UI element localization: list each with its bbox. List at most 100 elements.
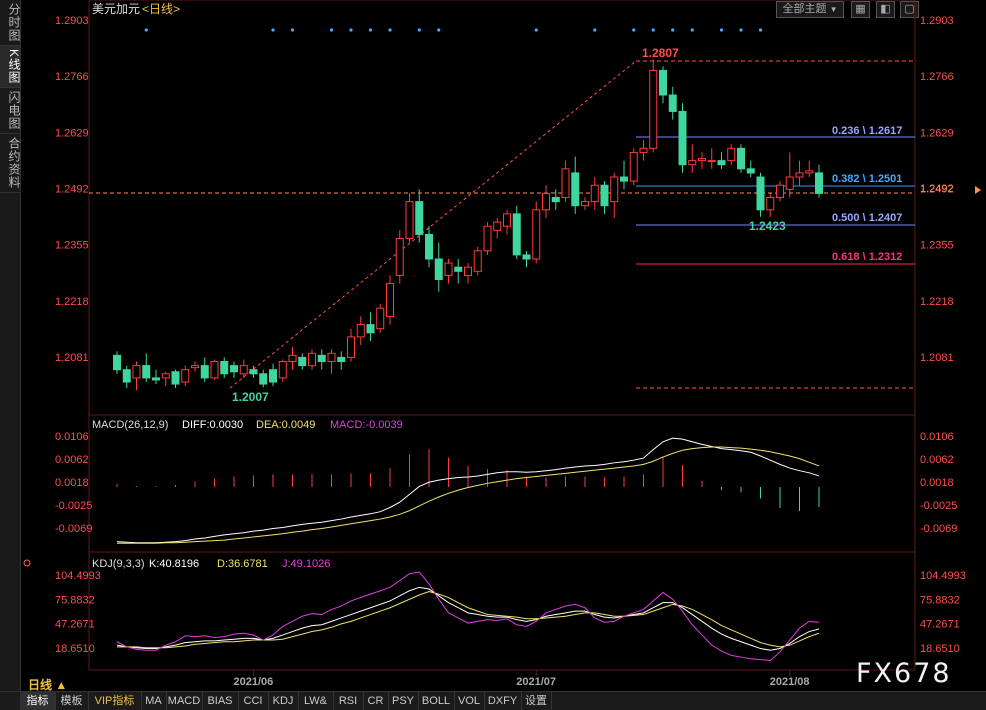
candle-body — [415, 201, 424, 235]
candle-body — [434, 258, 443, 281]
candle-body — [327, 352, 336, 363]
signal-dot — [144, 28, 148, 32]
signal-dot — [437, 28, 441, 32]
indicator-tab-3[interactable]: MA — [141, 692, 167, 710]
kdj-title: KDJ(9,3,3) — [92, 558, 145, 570]
price-tick-right: 1.2766 — [920, 71, 954, 83]
candle-body — [649, 69, 658, 149]
candle-body — [688, 160, 697, 166]
macd-tick-left: 0.0106 — [55, 431, 89, 443]
candle-body — [795, 172, 804, 178]
kdj-tick-left: 18.6510 — [55, 643, 95, 655]
macd-tick-right: -0.0069 — [920, 523, 957, 535]
macd-tick-right: 0.0018 — [920, 477, 954, 489]
macd-diff-value: DIFF:0.0030 — [182, 419, 243, 431]
candle-body — [249, 369, 258, 375]
indicator-tab-8[interactable]: LW& — [298, 692, 334, 710]
indicator-tab-0[interactable]: 指标 — [20, 692, 56, 710]
signal-dot — [329, 28, 334, 32]
indicator-tab-2[interactable]: VIP指标 — [88, 692, 142, 710]
signal-dot — [349, 28, 353, 32]
candle-body — [347, 336, 355, 358]
sidebar-tab-0[interactable]: 分时图 — [0, 0, 21, 46]
kdj-d-line — [117, 591, 820, 649]
indicator-tab-1[interactable]: 模板 — [55, 692, 89, 710]
candle-body — [717, 160, 726, 166]
candle-body — [815, 172, 823, 194]
indicator-tab-13[interactable]: VOL — [454, 692, 485, 710]
signal-dot — [534, 28, 538, 32]
candle-body — [668, 94, 677, 112]
high-price-label: 1.2807 — [642, 46, 679, 60]
signal-dot — [368, 28, 373, 32]
candle-body — [425, 233, 433, 260]
kdj-d-value: D:36.6781 — [217, 558, 268, 570]
candle-body — [639, 147, 648, 153]
indicator-tab-5[interactable]: BIAS — [202, 692, 239, 710]
candle-body — [376, 307, 385, 330]
watermark: FX678 — [856, 658, 952, 689]
indicator-tab-12[interactable]: BOLL — [418, 692, 455, 710]
kdj-tick-right: 47.2671 — [920, 619, 960, 631]
candle-body — [239, 365, 248, 375]
trend-line — [229, 60, 637, 389]
price-marker-icon — [975, 186, 981, 194]
indicator-tab-14[interactable]: DXFY — [484, 692, 522, 710]
candle-body — [132, 365, 141, 379]
macd-tick-left: -0.0025 — [55, 500, 92, 512]
indicator-tab-11[interactable]: PSY — [388, 692, 419, 710]
price-tick-right: 1.2081 — [920, 352, 954, 364]
fib-label-236: 0.236 \ 1.2617 — [832, 125, 902, 137]
kdj-axis-right: 104.4993 75.8832 47.2671 18.6510 — [920, 570, 966, 655]
indicator-tab-6[interactable]: CCI — [238, 692, 269, 710]
candle-body — [707, 160, 716, 163]
signal-dot — [271, 28, 275, 32]
candle-body — [405, 201, 414, 240]
candle-body — [113, 354, 121, 371]
candle-body — [464, 266, 472, 276]
candle-body — [386, 283, 394, 317]
signal-dot — [290, 28, 295, 32]
indicator-tab-7[interactable]: KDJ — [268, 692, 299, 710]
symbol-title: 美元加元 — [92, 2, 140, 16]
candle-body — [288, 354, 297, 363]
macd-tick-left: 0.0062 — [55, 454, 89, 466]
candle-body — [532, 209, 541, 260]
gear-icon[interactable] — [23, 559, 31, 567]
candle-body — [298, 356, 307, 367]
macd-value: MACD:-0.0039 — [330, 419, 403, 431]
kdj-tick-left: 104.4993 — [55, 570, 101, 582]
candle-body — [620, 176, 628, 182]
candle-body — [483, 225, 492, 252]
candle-body — [395, 238, 404, 276]
chart-area[interactable]: 美元加元 <日线> 1.2903 1.2766 1.2629 1.2492 1.2355… — [20, 0, 986, 691]
signal-dot — [671, 28, 675, 32]
candle-body — [152, 377, 160, 381]
candle-body — [561, 168, 570, 199]
indicator-tab-4[interactable]: MACD — [166, 692, 203, 710]
sidebar-tab-3[interactable]: 合约资料 — [0, 134, 21, 194]
candle-body — [522, 254, 531, 260]
price-tick-left: 1.2492 — [55, 184, 89, 196]
signal-dot — [388, 28, 392, 32]
fib-label-618: 0.618 \ 1.2312 — [832, 251, 902, 263]
candle-body — [493, 221, 502, 231]
indicator-tab-9[interactable]: RSI — [333, 692, 364, 710]
candle-body — [785, 176, 794, 190]
candle-body — [659, 69, 667, 96]
indicator-tab-15[interactable]: 设置 — [521, 692, 552, 710]
price-tick-left: 1.2629 — [55, 127, 89, 139]
kdj-j-value: J:49.1026 — [282, 558, 330, 570]
candle-body — [542, 192, 550, 211]
candle-body — [454, 266, 463, 272]
sidebar-tab-1[interactable]: K线图 — [0, 46, 21, 89]
candle-body — [191, 365, 199, 369]
price-tick-right: 1.2218 — [920, 296, 954, 308]
kdj-tick-right: 75.8832 — [920, 594, 960, 606]
macd-dif-line — [116, 437, 820, 544]
candle-body — [259, 373, 268, 385]
indicator-tab-10[interactable]: CR — [363, 692, 389, 710]
price-tick-right: 1.2355 — [920, 240, 954, 252]
macd-axis-left: 0.0106 0.0062 0.0018 -0.0025 -0.0069 — [55, 431, 92, 535]
sidebar-tab-2[interactable]: 闪电图 — [0, 88, 21, 135]
